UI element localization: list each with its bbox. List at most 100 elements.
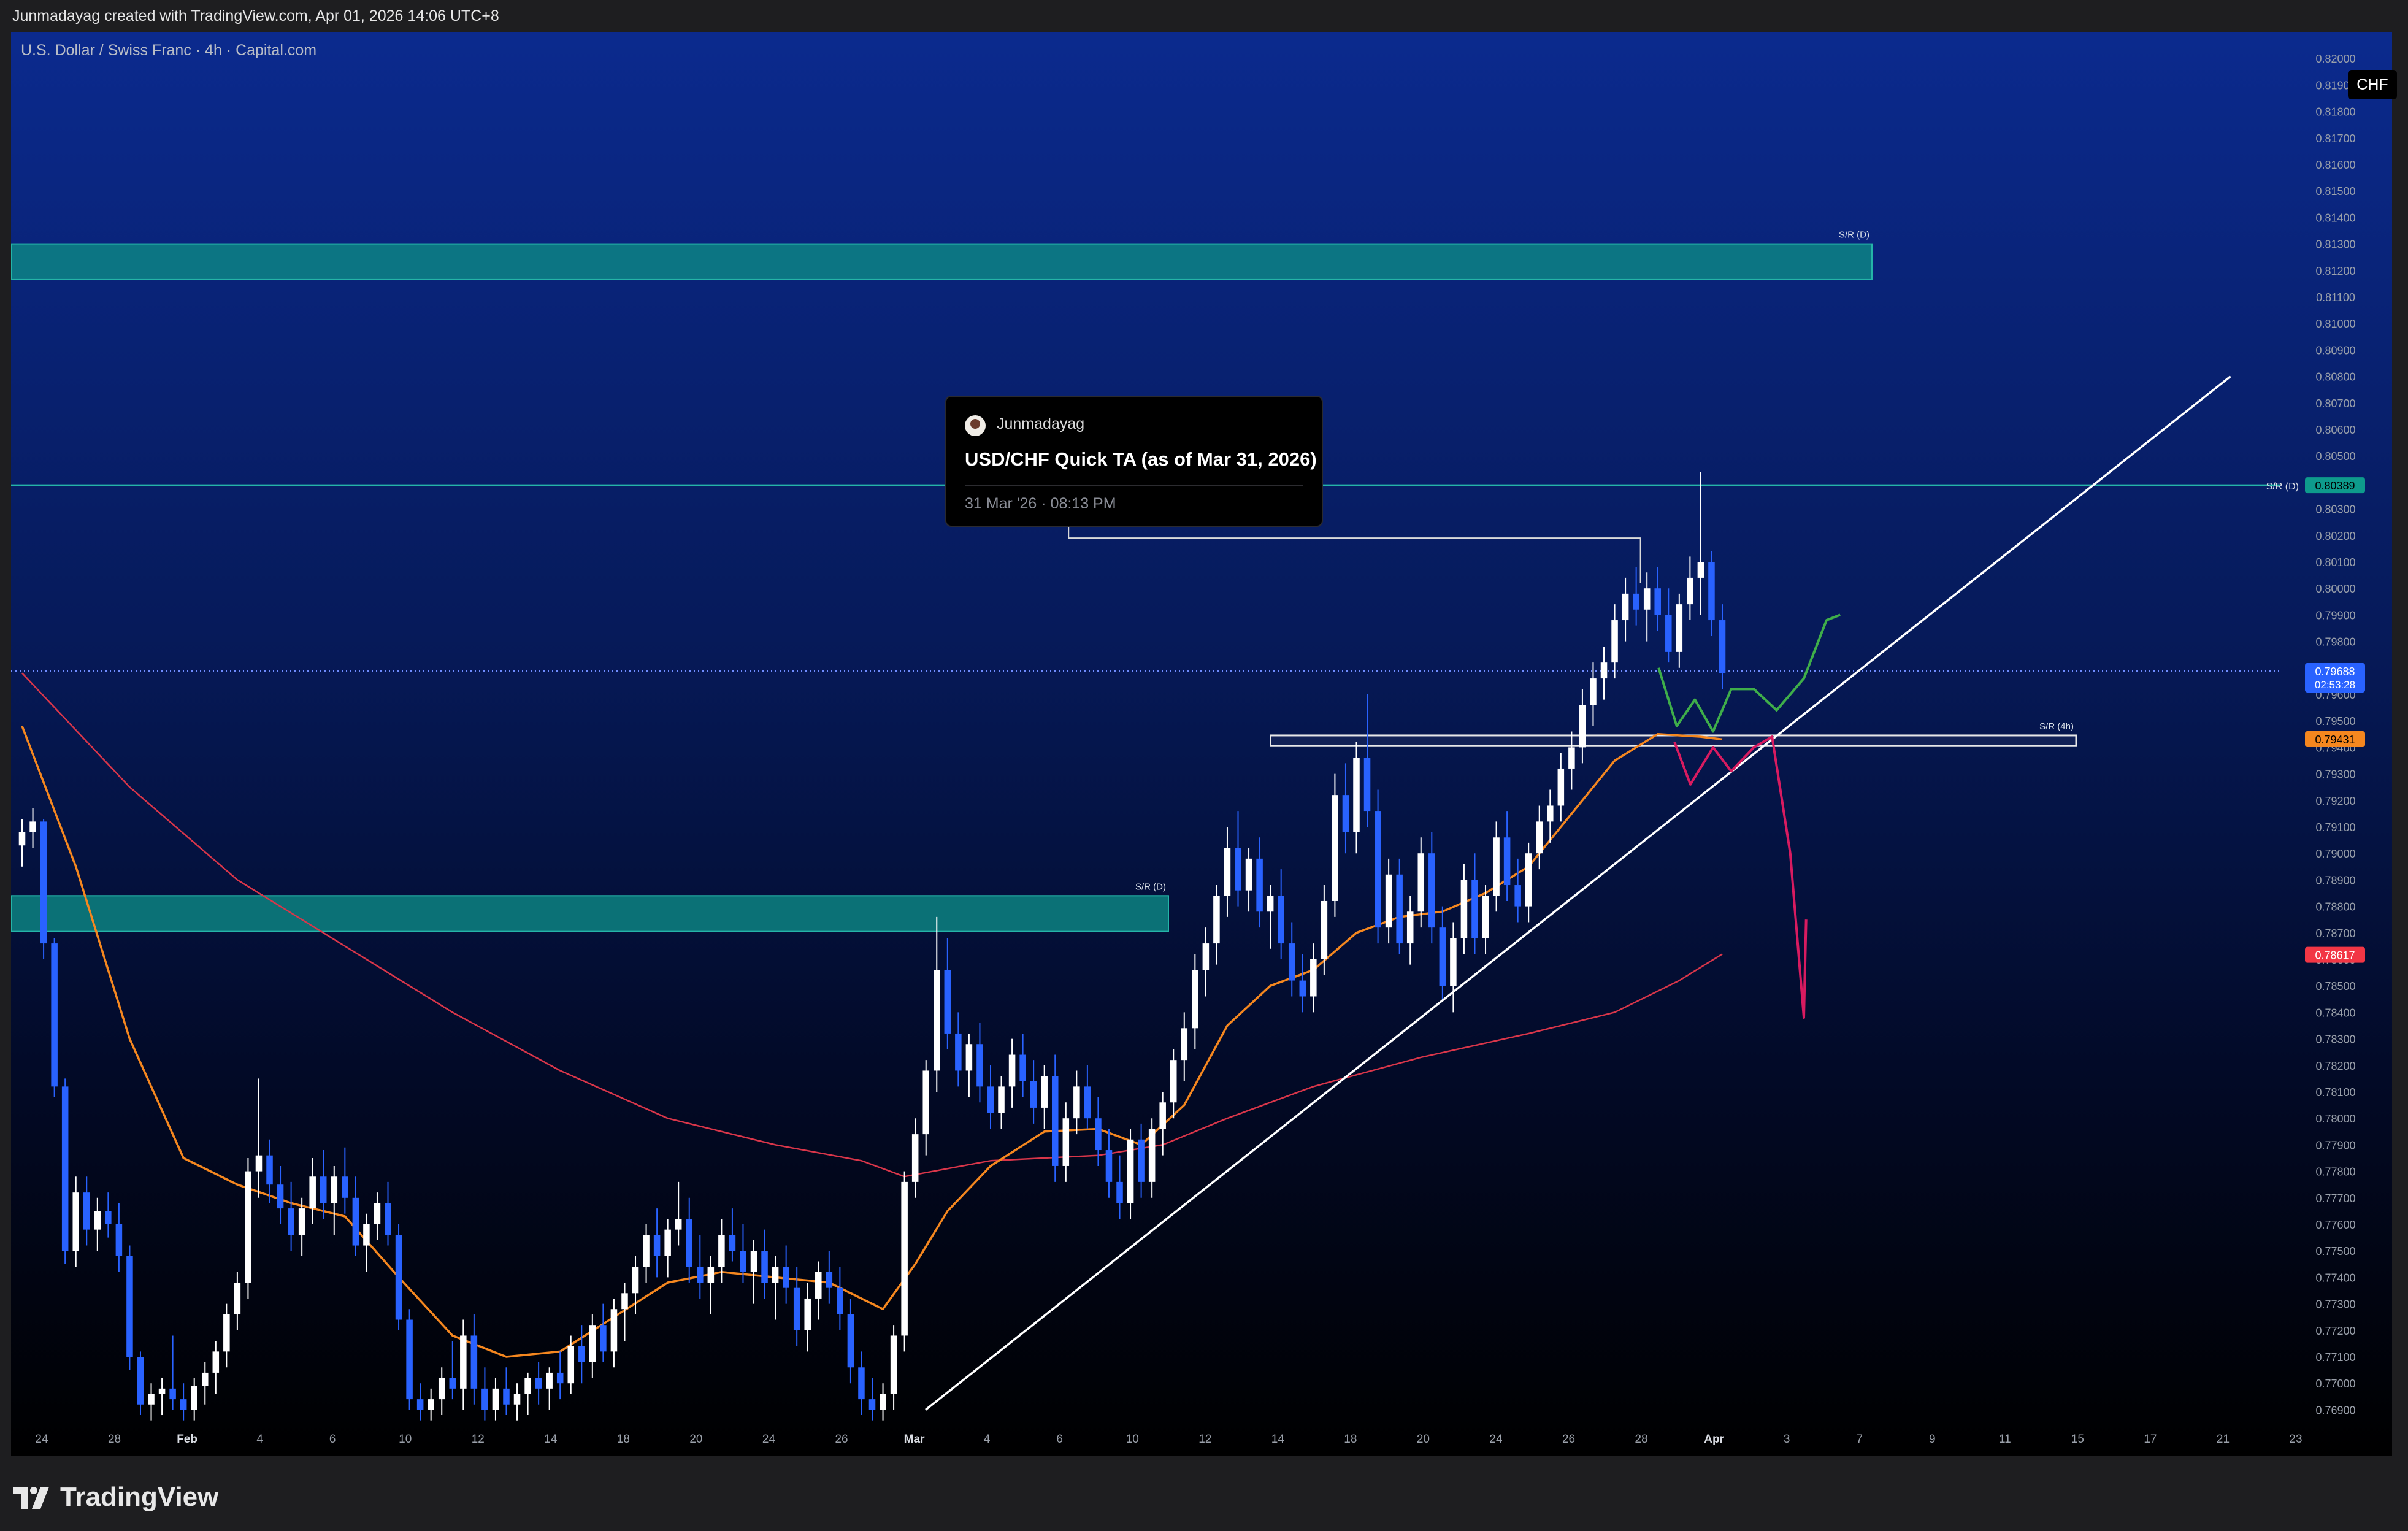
candle-body <box>1547 805 1554 822</box>
candle-body <box>416 1399 424 1410</box>
candle-body <box>524 1378 531 1394</box>
y-axis-tick-label: 0.81500 <box>2315 185 2355 198</box>
x-axis-tick-label: 12 <box>1198 1433 1211 1446</box>
x-axis-tick-label: 18 <box>1344 1433 1357 1446</box>
candle-body <box>804 1298 811 1330</box>
candle-body <box>589 1325 596 1362</box>
candle-body <box>40 821 47 944</box>
y-axis-tick-label: 0.77600 <box>2315 1219 2355 1231</box>
candle-body <box>955 1033 962 1071</box>
candle-body <box>223 1314 230 1352</box>
candle-body <box>158 1388 166 1394</box>
candle-body <box>1073 1086 1080 1119</box>
y-axis-tick-label: 0.78200 <box>2315 1060 2355 1072</box>
y-axis-tick-label: 0.80600 <box>2315 424 2355 436</box>
x-axis-tick-label: 12 <box>472 1433 485 1446</box>
author-name: Junmadayag <box>997 415 1085 432</box>
candle-body <box>1643 588 1651 610</box>
x-axis-tick-label: 4 <box>256 1433 263 1446</box>
sr-zone <box>11 895 1169 932</box>
x-axis-tick-label: 6 <box>329 1433 336 1446</box>
y-axis-tick-label: 0.78000 <box>2315 1113 2355 1125</box>
candle-body <box>1332 795 1338 901</box>
candle-body <box>610 1309 618 1352</box>
candle-body <box>847 1314 854 1368</box>
candle-body <box>438 1378 445 1400</box>
candle-body <box>481 1388 488 1410</box>
y-axis-tick-label: 0.81000 <box>2315 318 2355 330</box>
candle-body <box>772 1267 779 1283</box>
candle-body <box>567 1346 575 1384</box>
x-axis-tick-label: 9 <box>1929 1433 1936 1446</box>
chart-frame[interactable]: S/R (D) S/R (D) S/R (4h) 0.82000 0.81900 0.8… <box>11 32 2397 1456</box>
author-avatar <box>965 415 986 436</box>
candle-body <box>556 1372 564 1384</box>
x-axis-tick-label: 24 <box>1489 1433 1503 1446</box>
candle-body <box>309 1176 316 1209</box>
x-axis-tick-label: 20 <box>689 1433 702 1446</box>
candle-body <box>1299 980 1306 997</box>
candle-body <box>1600 662 1608 679</box>
candle-body <box>653 1235 661 1256</box>
candle-body <box>1148 1129 1156 1182</box>
candle-body <box>180 1399 187 1410</box>
candle-body <box>255 1155 263 1172</box>
x-axis-tick-label: 14 <box>544 1433 558 1446</box>
candle-body <box>234 1283 241 1314</box>
candle-body <box>1008 1054 1016 1087</box>
candle-body <box>1622 593 1629 621</box>
price-tag: 0.78617 <box>2305 946 2365 963</box>
candle-body <box>470 1335 478 1389</box>
candle-body <box>578 1346 585 1362</box>
candle-body <box>890 1335 897 1394</box>
currency-badge[interactable]: CHF <box>2348 70 2397 99</box>
candle-body <box>460 1335 467 1389</box>
candle-body <box>363 1224 370 1246</box>
candle-body <box>880 1394 886 1410</box>
y-axis-tick-label: 0.77100 <box>2315 1351 2355 1364</box>
y-axis-tick-label: 0.77800 <box>2315 1166 2355 1178</box>
candle-body <box>815 1272 822 1299</box>
candle-body <box>137 1357 144 1405</box>
candle-body <box>1288 943 1295 981</box>
x-axis-tick-label: 18 <box>617 1433 630 1446</box>
candle-body <box>1202 943 1210 970</box>
candle-body <box>115 1224 123 1256</box>
candle-body <box>1310 959 1317 997</box>
candle-body <box>1493 837 1500 896</box>
x-axis-tick-label: Apr <box>1704 1433 1724 1446</box>
countdown-timer: 02:53:28 <box>2315 679 2355 691</box>
candle-body <box>718 1235 725 1267</box>
candle-body <box>1503 837 1511 886</box>
price-tag-value: 0.79431 <box>2315 734 2355 746</box>
y-axis-tick-label: 0.81800 <box>2315 106 2355 118</box>
y-axis-tick-label: 0.80100 <box>2315 556 2355 569</box>
tradingview-logo[interactable]: TradingView <box>13 1482 218 1513</box>
y-axis-tick-label: 0.78800 <box>2315 901 2355 913</box>
price-tag-value: 0.79688 <box>2315 666 2355 678</box>
y-axis-tick-label: 0.77700 <box>2315 1192 2355 1205</box>
candle-body <box>901 1181 908 1336</box>
candle-body <box>1557 768 1565 806</box>
candle-body <box>1568 747 1575 769</box>
candle-body <box>535 1378 542 1389</box>
candle-body <box>1482 896 1489 938</box>
x-axis-tick-label: 14 <box>1271 1433 1285 1446</box>
x-axis-tick-label: 11 <box>1999 1433 2011 1446</box>
candle-body <box>600 1325 607 1352</box>
top-credit-bar: Junmadayag created with TradingView.com,… <box>0 0 2408 32</box>
price-tag: 0.7968802:53:28 <box>2305 662 2365 693</box>
price-tag-value: 0.78617 <box>2315 950 2355 962</box>
idea-tooltip-card[interactable]: Junmadayag USD/CHF Quick TA (as of Mar 3… <box>945 396 1323 527</box>
candle-body <box>1138 1139 1145 1182</box>
price-chart[interactable]: S/R (D)S/R (D)S/R (4h) 0.820000.819000.8… <box>11 32 2392 1456</box>
candle-body <box>1342 795 1349 832</box>
candle-body <box>837 1287 843 1314</box>
y-axis-tick-label: 0.79000 <box>2315 848 2355 860</box>
y-axis-tick-label: 0.77300 <box>2315 1299 2355 1311</box>
candle-body <box>1170 1060 1177 1103</box>
y-axis-tick-label: 0.77200 <box>2315 1325 2355 1337</box>
candle-body <box>1235 848 1241 891</box>
candle-body <box>1019 1054 1026 1081</box>
sr-zone-label: S/R (4h) <box>2039 721 2074 732</box>
